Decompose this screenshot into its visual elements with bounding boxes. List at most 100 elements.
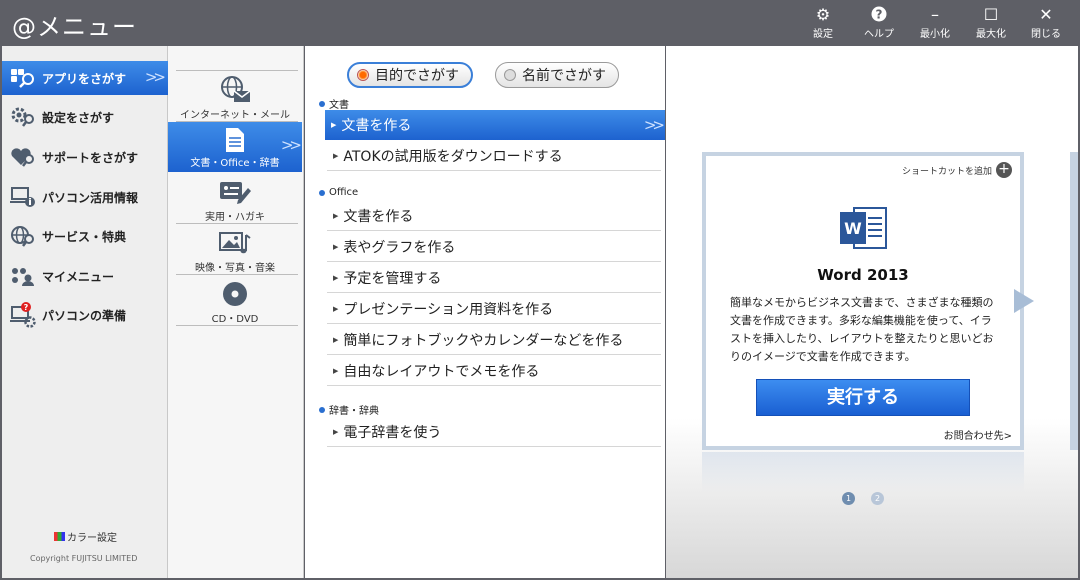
list-item-label: 予定を管理する xyxy=(343,270,442,287)
category-document[interactable]: 文書・Office・辞書 >> xyxy=(168,122,302,172)
divider xyxy=(176,70,298,71)
category-label: CD・DVD xyxy=(211,314,259,325)
app-description: 簡単なメモからビジネス文書まで、さまざまな種類の文書を作成できます。多彩な編集機… xyxy=(730,296,994,363)
category-label: 実用・ハガキ xyxy=(205,212,265,223)
search-by-purpose-toggle[interactable]: 目的でさがす xyxy=(347,62,473,88)
category-column: インターネット・メール 文書・Office・辞書 >> 実用・ハガキ 映像・写真… xyxy=(168,46,304,578)
list-item-label: 自由なレイアウトでメモを作る xyxy=(343,363,540,380)
plus-icon: + xyxy=(996,162,1012,178)
settings-button[interactable]: ⚙ 設定 xyxy=(798,6,848,42)
list-item-spreadsheet[interactable]: ▶ 表やグラフを作る xyxy=(327,232,661,262)
sidebar-item-pc-info[interactable]: パソコン活用情報 xyxy=(2,180,168,214)
list-item-label: 文書を作る xyxy=(343,208,414,225)
minimize-label: 最小化 xyxy=(920,29,950,40)
triangle-right-icon: ▶ xyxy=(333,335,339,344)
list-item-free-memo[interactable]: ▶ 自由なレイアウトでメモを作る xyxy=(327,356,661,386)
minimize-button[interactable]: – 最小化 xyxy=(910,6,960,42)
list-item-label: プレゼンテーション用資料を作る xyxy=(343,301,554,318)
photo-music-icon xyxy=(168,227,302,259)
gear-icon: ⚙ xyxy=(815,5,831,24)
sidebar-item-support-search[interactable]: サポートをさがす xyxy=(2,140,168,174)
search-by-name-toggle[interactable]: 名前でさがす xyxy=(495,62,619,88)
svg-text:?: ? xyxy=(24,303,29,312)
divider xyxy=(176,274,298,275)
sidebar-item-label: 設定をさがす xyxy=(42,110,115,125)
sidebar-item-settings-search[interactable]: 設定をさがす xyxy=(2,100,168,134)
title-bar: @メニュー ⚙ 設定 ? ヘルプ – 最小化 ☐ 最大化 ✕ 閉じる xyxy=(0,0,1080,46)
chevron-right-icon: >> xyxy=(280,136,302,154)
svg-text:W: W xyxy=(844,219,862,238)
list-item-label: ATOKの試用版をダウンロードする xyxy=(343,148,563,165)
category-cd-dvd[interactable]: CD・DVD xyxy=(168,278,302,325)
contact-link[interactable]: お問合わせ先> xyxy=(944,427,1012,442)
copyright: Copyright FUJITSU LIMITED xyxy=(30,554,138,563)
bullet-icon xyxy=(319,406,325,413)
list-item-label: 文書を作る xyxy=(341,118,412,134)
sidebar-item-label: サービス・特典 xyxy=(42,229,127,244)
category-internet-mail[interactable]: インターネット・メール xyxy=(168,74,302,121)
sidebar-item-pc-setup[interactable]: ? パソコンの準備 xyxy=(2,298,168,332)
section-header-dictionary: 辞書・辞典 xyxy=(319,402,379,417)
add-shortcut-button[interactable]: ショートカットを追加 + xyxy=(902,162,1012,178)
app-title: @メニュー xyxy=(12,13,137,41)
category-postcard[interactable]: 実用・ハガキ xyxy=(168,176,302,223)
radio-selected-icon xyxy=(357,69,369,81)
my-menu-icon xyxy=(6,259,40,293)
app-card: ショートカットを追加 + W Word 2013 簡単なメモからビジネス文書まで… xyxy=(702,152,1024,450)
triangle-right-icon: ▶ xyxy=(333,151,339,160)
divider xyxy=(176,223,298,224)
postcard-icon xyxy=(168,176,302,208)
sidebar-item-label: パソコンの準備 xyxy=(42,308,127,323)
divider xyxy=(176,325,298,326)
sidebar-item-my-menu[interactable]: マイメニュー xyxy=(2,259,168,293)
list-item-label: 簡単にフォトブックやカレンダーなどを作る xyxy=(343,332,624,349)
close-label: 閉じる xyxy=(1031,29,1061,40)
run-button[interactable]: 実行する xyxy=(756,379,970,416)
section-title: Office xyxy=(329,187,359,198)
color-setting-link[interactable]: カラー設定 xyxy=(54,529,117,544)
list-item-e-dictionary[interactable]: ▶ 電子辞書を使う xyxy=(327,417,661,447)
list-item-label: 表やグラフを作る xyxy=(343,239,456,256)
triangle-right-icon: ▶ xyxy=(333,427,339,436)
sidebar-item-app-search[interactable]: アプリをさがす >> xyxy=(2,61,168,95)
section-header-office: Office xyxy=(319,187,358,198)
help-button[interactable]: ? ヘルプ xyxy=(854,6,904,42)
triangle-right-icon: ▶ xyxy=(333,366,339,375)
page-indicator[interactable]: 1 xyxy=(842,492,855,505)
sidebar-item-label: アプリをさがす xyxy=(42,71,127,86)
maximize-label: 最大化 xyxy=(976,29,1006,40)
search-by-purpose-label: 目的でさがす xyxy=(375,68,459,84)
category-label: 文書・Office・辞書 xyxy=(190,158,280,169)
next-arrow-icon[interactable] xyxy=(1014,289,1034,313)
list-item-schedule[interactable]: ▶ 予定を管理する xyxy=(327,263,661,293)
support-search-icon xyxy=(6,140,40,174)
settings-search-icon xyxy=(6,100,40,134)
page-indicator[interactable]: 2 xyxy=(871,492,884,505)
add-shortcut-label: ショートカットを追加 xyxy=(901,166,992,177)
sidebar-item-label: サポートをさがす xyxy=(42,150,139,165)
triangle-right-icon: ▶ xyxy=(333,211,339,220)
maximize-button[interactable]: ☐ 最大化 xyxy=(966,6,1016,42)
sidebar-item-service[interactable]: サービス・特典 xyxy=(2,219,168,253)
minimize-icon: – xyxy=(931,5,939,24)
help-glyph: ? xyxy=(876,8,883,22)
sidebar: アプリをさがす >> 設定をさがす サポートをさがす パソコン活用情報 サービス… xyxy=(2,46,168,578)
color-setting-label: カラー設定 xyxy=(67,533,117,544)
pagination: 1 2 xyxy=(842,492,884,505)
settings-label: 設定 xyxy=(813,29,833,40)
list-item-photobook[interactable]: ▶ 簡単にフォトブックやカレンダーなどを作る xyxy=(327,325,661,355)
search-by-name-label: 名前でさがす xyxy=(522,68,606,84)
sidebar-item-label: パソコン活用情報 xyxy=(42,190,139,205)
category-label: 映像・写真・音楽 xyxy=(195,263,275,274)
section-title: 辞書・辞典 xyxy=(329,406,379,417)
list-item-atok-download[interactable]: ▶ ATOKの試用版をダウンロードする xyxy=(327,141,661,171)
list-item-create-document[interactable]: ▶ 文書を作る >> xyxy=(325,110,665,140)
category-photo-music[interactable]: 映像・写真・音楽 xyxy=(168,227,302,274)
task-list-column: 目的でさがす 名前でさがす 文書 ▶ 文書を作る >> ▶ ATOKの試用版をダ… xyxy=(305,46,665,578)
maximize-icon: ☐ xyxy=(983,5,999,24)
list-item-office-document[interactable]: ▶ 文書を作る xyxy=(327,201,661,231)
list-item-presentation[interactable]: ▶ プレゼンテーション用資料を作る xyxy=(327,294,661,324)
sidebar-item-label: マイメニュー xyxy=(42,269,115,284)
close-button[interactable]: ✕ 閉じる xyxy=(1021,6,1071,42)
app-name: Word 2013 xyxy=(817,266,909,284)
